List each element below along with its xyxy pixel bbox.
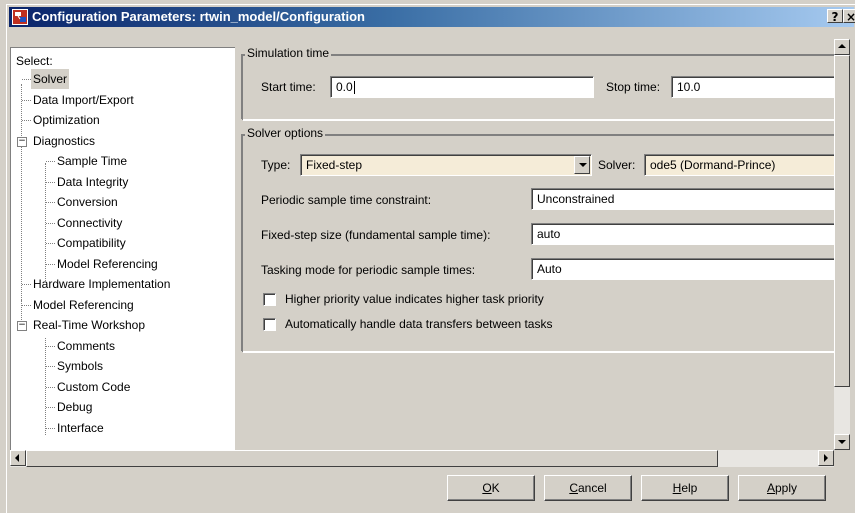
tree-line — [46, 223, 55, 224]
stop-time-label: Stop time: — [606, 80, 661, 94]
periodic-constraint-label: Periodic sample time constraint: — [261, 193, 432, 207]
apply-button[interactable]: Apply — [738, 475, 826, 501]
tree-line — [46, 243, 55, 244]
help-label: elp — [681, 481, 698, 495]
text-caret — [353, 81, 355, 95]
solver-select[interactable]: ode5 (Dormand-Prince) — [644, 154, 834, 176]
stop-time-input[interactable]: 10.0 — [671, 76, 834, 98]
tree-line — [46, 182, 55, 183]
solver-label: Solver: — [598, 158, 636, 172]
simulink-app-icon — [12, 9, 28, 25]
higher-priority-checkbox[interactable] — [263, 293, 276, 306]
scroll-down-icon[interactable] — [834, 434, 850, 450]
tree-item-conversion[interactable]: Conversion — [55, 192, 120, 212]
tree-item-model-referencing-diag[interactable]: Model Referencing — [55, 254, 160, 274]
tree-line — [46, 264, 55, 265]
start-time-input[interactable]: 0.0 — [330, 76, 594, 98]
solver-options-legend: Solver options — [245, 126, 326, 140]
ok-mnemonic: O — [482, 481, 492, 495]
cancel-label: ancel — [577, 481, 607, 495]
start-time-value: 0.0 — [336, 80, 353, 94]
tree-line — [46, 387, 55, 388]
horizontal-scroll-thumb[interactable] — [26, 450, 718, 467]
scroll-right-icon[interactable] — [818, 450, 834, 466]
type-label: Type: — [261, 158, 291, 172]
tree-item-data-import-export[interactable]: Data Import/Export — [31, 90, 136, 110]
vertical-scroll-thumb[interactable] — [834, 55, 850, 387]
tree-item-solver[interactable]: Solver — [31, 69, 70, 89]
tree-line — [22, 284, 31, 285]
tree-line — [22, 79, 31, 80]
tree-line — [21, 84, 22, 300]
ok-label: K — [491, 481, 500, 495]
type-select[interactable]: Fixed-step — [300, 154, 592, 176]
tree-item-compatibility[interactable]: Compatibility — [55, 233, 128, 253]
tree-item-real-time-workshop[interactable]: Real-Time Workshop — [31, 315, 147, 335]
simulation-time-group: Simulation time Start time: 0.0 Stop tim… — [242, 47, 834, 120]
title-bar[interactable]: Configuration Parameters: rtwin_model/Co… — [9, 7, 855, 27]
tree-item-comments[interactable]: Comments — [55, 336, 117, 356]
tree-item-diagnostics[interactable]: Diagnostics — [31, 131, 97, 151]
help-title-button[interactable]: ? — [827, 9, 843, 24]
tree-item-hardware-implementation[interactable]: Hardware Implementation — [31, 274, 172, 294]
type-select-value: Fixed-step — [306, 158, 363, 172]
tree-item-debug[interactable]: Debug — [55, 397, 94, 417]
window-title: Configuration Parameters: rtwin_model/Co… — [32, 9, 365, 24]
tree-line — [46, 428, 55, 429]
dialog-window: Configuration Parameters: rtwin_model/Co… — [6, 4, 855, 513]
simulation-time-legend: Simulation time — [245, 47, 332, 60]
ok-button[interactable]: OK — [447, 475, 535, 501]
solver-settings-panel: Simulation time Start time: 0.0 Stop tim… — [239, 47, 834, 450]
horizontal-scrollbar[interactable] — [10, 450, 834, 467]
collapse-toggle-rtw[interactable]: − — [17, 321, 27, 331]
chevron-down-icon[interactable] — [574, 156, 590, 174]
tree-item-optimization[interactable]: Optimization — [31, 110, 102, 130]
tree-item-data-integrity[interactable]: Data Integrity — [55, 172, 130, 192]
tree-item-sample-time[interactable]: Sample Time — [55, 151, 129, 171]
tree-line — [46, 366, 55, 367]
tree-line — [46, 407, 55, 408]
vertical-scrollbar[interactable] — [834, 39, 850, 450]
fixed-step-size-label: Fixed-step size (fundamental sample time… — [261, 228, 491, 242]
scroll-up-icon[interactable] — [834, 39, 850, 55]
higher-priority-label[interactable]: Higher priority value indicates higher t… — [285, 292, 544, 306]
auto-data-transfer-checkbox[interactable] — [263, 318, 276, 331]
apply-mnemonic: A — [766, 481, 775, 495]
tree-line — [22, 100, 31, 101]
apply-label: pply — [775, 481, 798, 495]
tree-line — [22, 305, 31, 306]
scroll-left-icon[interactable] — [10, 450, 26, 466]
tree-line — [22, 120, 31, 121]
start-time-label: Start time: — [261, 80, 316, 94]
periodic-constraint-select[interactable]: Unconstrained — [531, 188, 834, 210]
cancel-button[interactable]: Cancel — [544, 475, 632, 501]
tasking-mode-label: Tasking mode for periodic sample times: — [261, 263, 476, 277]
fixed-step-size-input[interactable]: auto — [531, 223, 834, 245]
tree-line — [46, 161, 55, 162]
auto-data-transfer-label[interactable]: Automatically handle data transfers betw… — [285, 317, 552, 331]
tree-line — [46, 202, 55, 203]
collapse-toggle-diagnostics[interactable]: − — [17, 137, 27, 147]
tree-item-custom-code[interactable]: Custom Code — [55, 377, 132, 397]
tree-item-interface[interactable]: Interface — [55, 418, 106, 438]
solver-options-group: Solver options Type: Fixed-step Solver: … — [242, 126, 834, 352]
tree-item-symbols[interactable]: Symbols — [55, 356, 105, 376]
tree-line — [46, 346, 55, 347]
tree-item-connectivity[interactable]: Connectivity — [55, 213, 124, 233]
tree-item-model-referencing[interactable]: Model Referencing — [31, 295, 136, 315]
category-tree[interactable]: Select: − − Solver Data Import/Export Op… — [10, 47, 235, 450]
close-icon[interactable]: × — [843, 9, 855, 24]
cancel-mnemonic: C — [569, 481, 578, 495]
select-label: Select: — [16, 54, 53, 68]
help-button[interactable]: Help — [641, 475, 729, 501]
tasking-mode-select[interactable]: Auto — [531, 258, 834, 280]
